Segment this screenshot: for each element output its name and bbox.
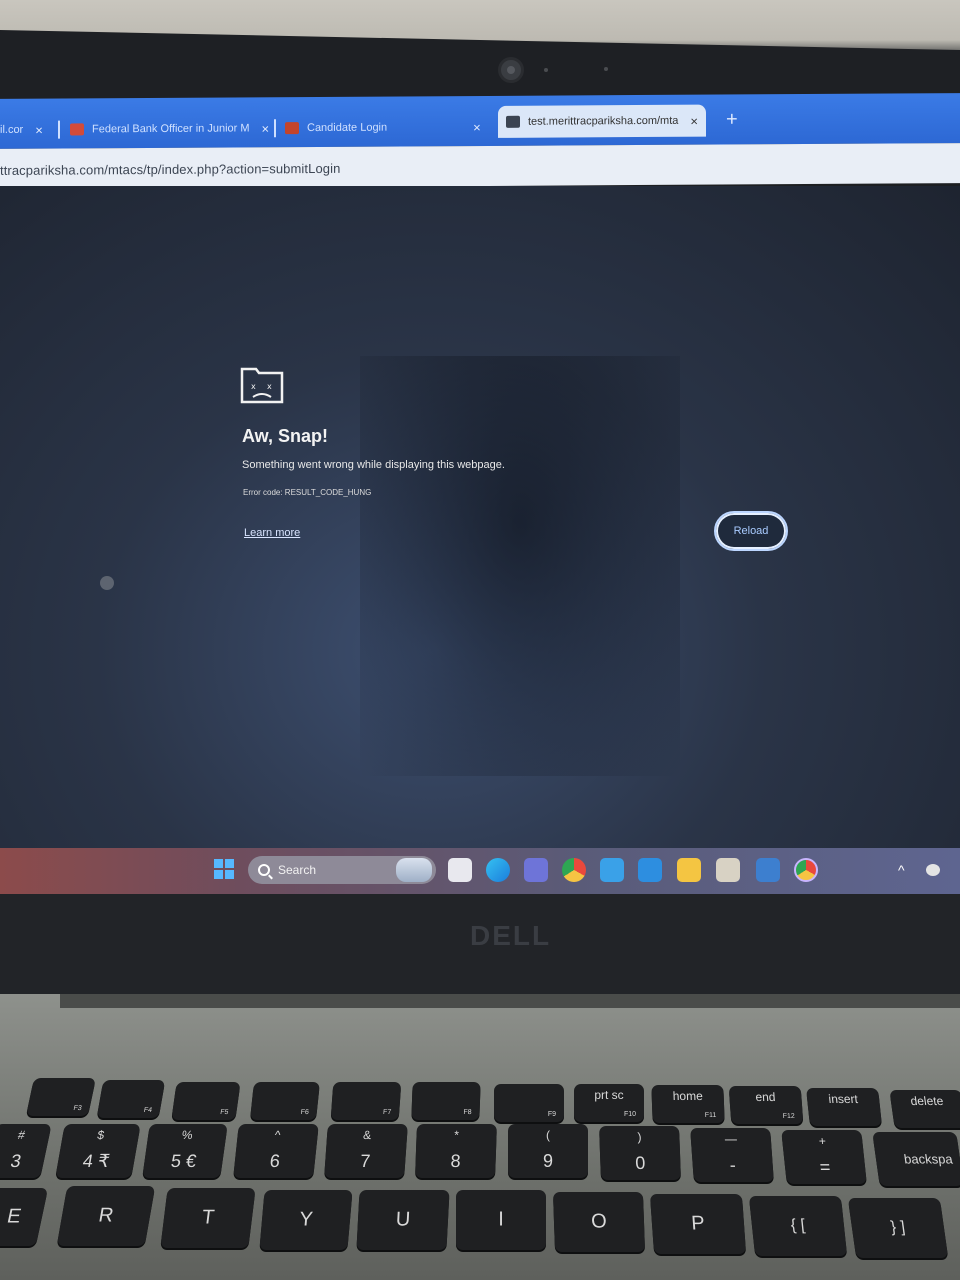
store-icon[interactable] — [716, 858, 740, 882]
chrome-profile-icon[interactable] — [794, 858, 818, 882]
key-o[interactable]: O — [552, 1192, 646, 1252]
gmail-icon — [70, 123, 84, 136]
vscode-icon[interactable] — [638, 858, 662, 882]
tab-title: test.merittracpariksha.com/mta — [528, 114, 679, 128]
key-p[interactable]: P — [649, 1194, 747, 1254]
tab-candidate-login[interactable]: Candidate Login × — [285, 112, 481, 143]
key-7[interactable]: & 7 — [324, 1124, 408, 1178]
edge-icon[interactable] — [486, 858, 510, 882]
file-explorer-icon[interactable] — [677, 858, 701, 882]
onedrive-icon[interactable] — [926, 864, 940, 876]
search-icon — [258, 864, 270, 876]
key-t[interactable]: T — [160, 1188, 256, 1248]
browser-tab-strip: il.cor × Federal Bank Officer in Junior … — [0, 93, 960, 149]
key-equals[interactable]: + = — [781, 1130, 867, 1184]
search-label: Search — [278, 863, 317, 877]
reload-button[interactable]: Reload — [714, 511, 788, 551]
tab-partial[interactable]: il.cor × — [0, 115, 43, 145]
taskbar-search[interactable]: Search — [248, 856, 436, 884]
tab-federal-bank[interactable]: Federal Bank Officer in Junior M × — [70, 113, 269, 144]
key-home[interactable]: home F11 — [651, 1085, 725, 1123]
error-code: Error code: RESULT_CODE_HUNG — [243, 488, 372, 497]
close-icon[interactable]: × — [690, 113, 698, 128]
site-favicon-icon — [285, 122, 299, 135]
hinge — [60, 994, 960, 1008]
tab-title: il.cor — [0, 123, 24, 136]
photos-icon[interactable] — [756, 858, 780, 882]
tab-active-merittrac[interactable]: test.merittracpariksha.com/mta × — [498, 104, 706, 138]
chrome-icon[interactable] — [562, 858, 586, 882]
key-f6[interactable]: F6 — [250, 1082, 320, 1120]
key-f8[interactable]: F8 — [411, 1082, 481, 1120]
key-insert[interactable]: insert — [806, 1088, 882, 1126]
sensor-dot — [544, 68, 548, 72]
tray-chevron-icon[interactable]: ^ — [898, 862, 905, 878]
key-6[interactable]: ^ 6 — [233, 1124, 319, 1178]
error-title: Aw, Snap! — [242, 426, 329, 446]
key-4[interactable]: $ 4 ₹ — [55, 1124, 141, 1178]
error-page: x x Aw, Snap! Something went wrong while… — [0, 186, 960, 850]
tab-title: Candidate Login — [307, 121, 388, 135]
task-view-icon[interactable] — [448, 858, 472, 882]
key-5[interactable]: % 5 € — [142, 1124, 228, 1178]
key-bracket-right[interactable]: } ] — [847, 1198, 949, 1258]
key-y[interactable]: Y — [259, 1190, 353, 1250]
key-i[interactable]: I — [456, 1190, 546, 1250]
key-f4[interactable]: F4 — [96, 1080, 166, 1118]
key-8[interactable]: * 8 — [415, 1124, 497, 1178]
error-message: Something went wrong while displaying th… — [242, 459, 505, 471]
sensor-dot — [604, 67, 608, 71]
mail-icon[interactable] — [600, 858, 624, 882]
learn-more-link[interactable]: Learn more — [244, 527, 300, 539]
svg-text:x: x — [267, 382, 272, 391]
key-f5[interactable]: F5 — [171, 1082, 241, 1120]
key-r[interactable]: R — [56, 1186, 156, 1246]
svg-text:x: x — [251, 382, 256, 391]
close-icon[interactable]: × — [473, 119, 481, 134]
key-0[interactable]: ) 0 — [599, 1126, 681, 1180]
screen-smudge — [100, 576, 114, 590]
key-f7[interactable]: F7 — [330, 1082, 402, 1120]
key-f9[interactable]: F9 — [494, 1084, 564, 1122]
key-prtsc[interactable]: prt sc F10 — [574, 1084, 644, 1122]
start-icon[interactable] — [214, 859, 234, 879]
teams-icon[interactable] — [524, 858, 548, 882]
photo-scene: il.cor × Federal Bank Officer in Junior … — [0, 0, 960, 1280]
search-highlight-icon — [396, 858, 432, 882]
key-u[interactable]: U — [356, 1190, 450, 1250]
key-f3[interactable]: F3 — [25, 1078, 97, 1116]
key-end[interactable]: end F12 — [728, 1086, 804, 1124]
address-bar[interactable]: ttracpariksha.com/mtacs/tp/index.php?act… — [0, 143, 960, 189]
tab-separator — [274, 119, 276, 138]
url-text[interactable]: ttracpariksha.com/mtacs/tp/index.php?act… — [0, 161, 340, 178]
sad-tab-icon: x x — [240, 367, 284, 404]
tab-separator — [58, 120, 60, 139]
key-bracket-left[interactable]: { [ — [748, 1196, 848, 1256]
close-icon[interactable]: × — [262, 121, 270, 136]
webcam — [498, 57, 524, 83]
key-backspace[interactable]: backspa — [872, 1132, 960, 1186]
close-icon[interactable]: × — [35, 122, 43, 137]
key-minus[interactable]: — - — [690, 1128, 774, 1182]
folder-icon — [506, 115, 520, 128]
tab-title: Federal Bank Officer in Junior M — [92, 122, 250, 136]
key-9[interactable]: ( 9 — [508, 1124, 588, 1178]
dell-logo: DELL — [470, 920, 552, 951]
key-delete[interactable]: delete — [889, 1090, 960, 1128]
new-tab-button[interactable]: + — [726, 108, 738, 131]
windows-taskbar: Search ^ — [0, 848, 960, 894]
